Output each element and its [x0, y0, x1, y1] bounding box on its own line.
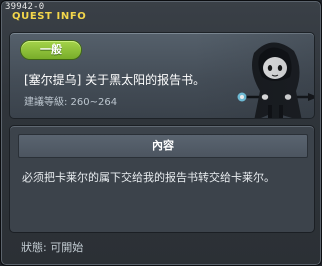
quest-status: 狀態: 可開始: [21, 241, 84, 254]
hooded-npc-icon: [237, 42, 314, 118]
quest-type-badge: 一般: [21, 41, 81, 59]
quest-content-panel: 內容 必须把卡莱尔的属下交给我的报告书转交给卡莱尔。: [9, 125, 315, 233]
quest-header-panel: 一般 [塞尔提乌] 关于黑太阳的报告书。 建議等級: 260~264: [9, 32, 315, 119]
content-description: 必须把卡莱尔的属下交给我的报告书转交给卡莱尔。: [22, 171, 275, 184]
content-title: 內容: [18, 134, 308, 158]
recommended-level: 建議等級: 260~264: [24, 97, 118, 108]
window-title: QUEST INFO: [12, 11, 87, 22]
quest-info-window: 39942-0 QUEST INFO 一般 [塞尔提乌] 关于黑太阳的报告书。 …: [0, 0, 322, 266]
quest-name: [塞尔提乌] 关于黑太阳的报告书。: [24, 73, 206, 87]
